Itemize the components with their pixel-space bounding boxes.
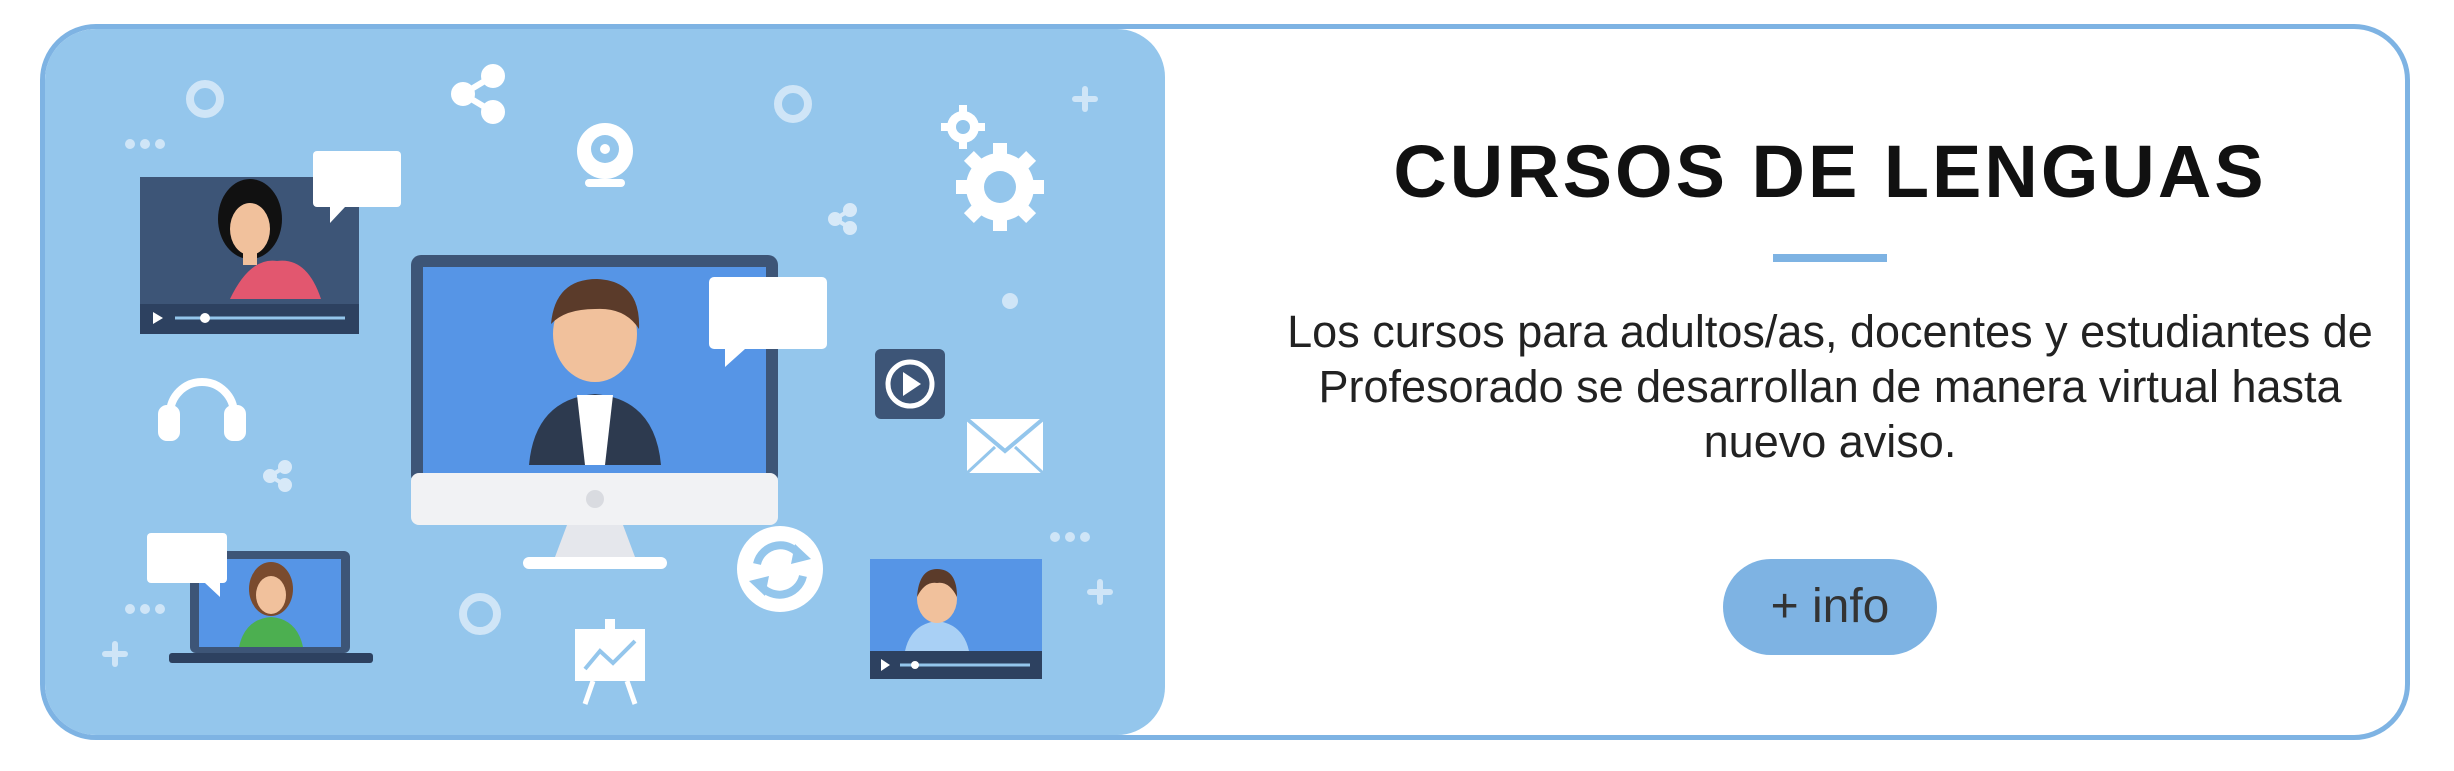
- video-window-student: [870, 559, 1042, 679]
- gear-icon: [941, 105, 1044, 231]
- mail-icon: [965, 417, 1045, 475]
- online-learning-illustration: [45, 29, 1165, 735]
- webcam-icon: [577, 123, 633, 187]
- headphones-icon: [158, 378, 246, 441]
- banner-description: Los cursos para adultos/as, docentes y e…: [1287, 306, 2373, 467]
- banner-title: CURSOS DE LENGUAS: [1393, 130, 2267, 213]
- share-icon: [451, 64, 505, 124]
- play-icon: [875, 349, 945, 419]
- banner-content: CURSOS DE LENGUAS Los cursos para adulto…: [1265, 29, 2395, 735]
- banner-card: CURSOS DE LENGUAS Los cursos para adulto…: [40, 24, 2410, 740]
- chat-bubble-icon: [147, 533, 227, 597]
- refresh-icon: [737, 526, 823, 612]
- more-info-button[interactable]: + info: [1723, 559, 1937, 655]
- title-divider: [1773, 254, 1887, 262]
- presentation-board-icon: [575, 619, 645, 705]
